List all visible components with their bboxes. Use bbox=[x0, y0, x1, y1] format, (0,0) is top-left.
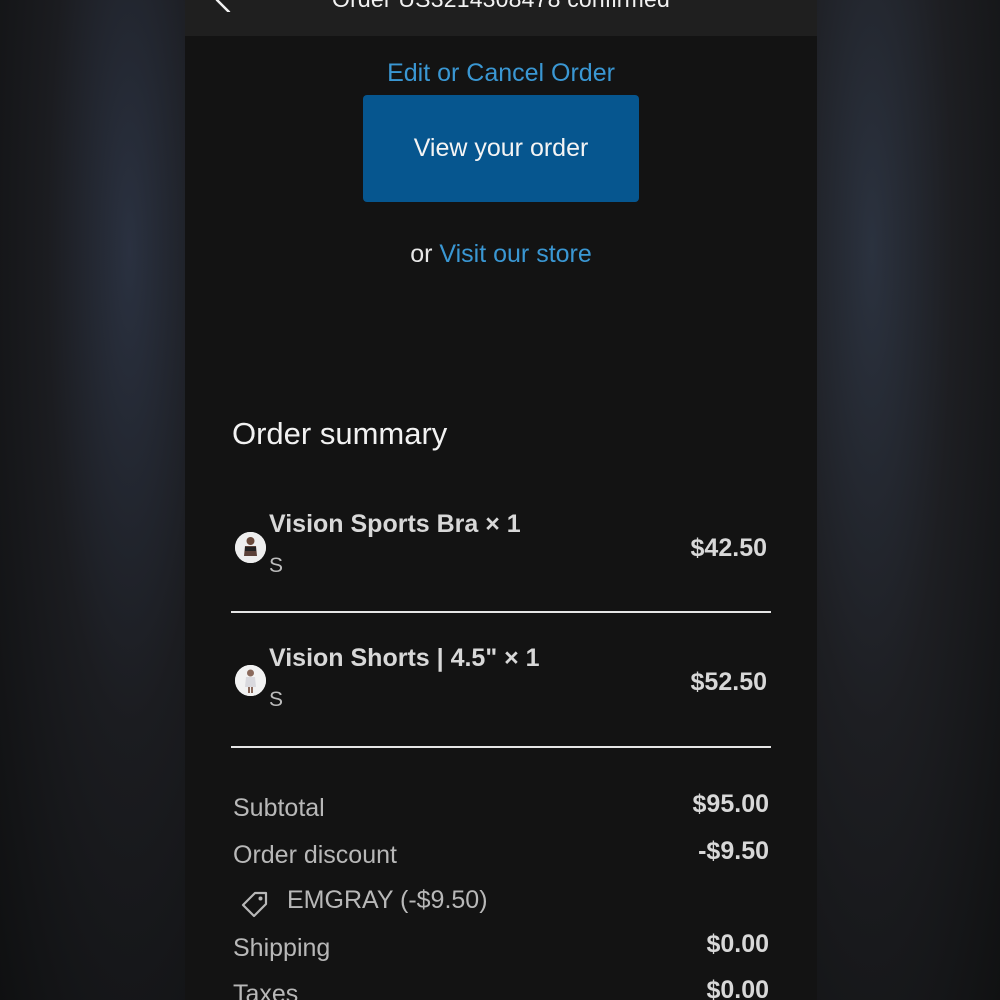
order-item: Vision Sports Bra × 1 S $42.50 bbox=[231, 510, 771, 590]
sports-bra-image-icon bbox=[235, 532, 266, 563]
divider bbox=[231, 611, 771, 613]
discount-code-text: EMGRAY (-$9.50) bbox=[287, 886, 488, 914]
taxes-row: Taxes $0.00 bbox=[233, 976, 769, 1000]
background-right-blur bbox=[817, 0, 1000, 1000]
phone-screen: Order US3214308478 confirmed Edit or Can… bbox=[185, 0, 817, 1000]
top-bar: Order US3214308478 confirmed bbox=[185, 0, 817, 36]
product-thumbnail bbox=[235, 532, 266, 563]
item-variant: S bbox=[269, 688, 284, 711]
view-order-button[interactable]: View your order bbox=[363, 95, 639, 202]
item-name: Vision Shorts | 4.5" × 1 bbox=[269, 644, 540, 672]
item-price: $42.50 bbox=[690, 534, 767, 562]
taxes-value: $0.00 bbox=[706, 976, 769, 1000]
visit-store-row: or Visit our store bbox=[185, 240, 817, 269]
shipping-value: $0.00 bbox=[706, 930, 769, 958]
edit-cancel-order-link[interactable]: Edit or Cancel Order bbox=[185, 59, 817, 88]
discount-label: Order discount bbox=[233, 841, 397, 869]
discount-row: Order discount -$9.50 bbox=[233, 837, 769, 875]
shipping-label: Shipping bbox=[233, 934, 331, 962]
taxes-label: Taxes bbox=[233, 980, 299, 1000]
item-name: Vision Sports Bra × 1 bbox=[269, 510, 521, 538]
background-left-blur bbox=[0, 0, 185, 1000]
subtotal-value: $95.00 bbox=[692, 790, 769, 818]
divider bbox=[231, 746, 771, 748]
shorts-image-icon bbox=[235, 665, 266, 696]
shipping-row: Shipping $0.00 bbox=[233, 930, 769, 968]
subtotal-row: Subtotal $95.00 bbox=[233, 790, 769, 828]
order-item: Vision Shorts | 4.5" × 1 S $52.50 bbox=[231, 644, 771, 724]
subtotal-label: Subtotal bbox=[233, 794, 325, 822]
order-summary-title: Order summary bbox=[232, 416, 448, 451]
discount-value: -$9.50 bbox=[698, 837, 769, 865]
visit-store-link[interactable]: Visit our store bbox=[439, 240, 591, 268]
page-title: Order US3214308478 confirmed bbox=[185, 0, 817, 13]
tag-icon bbox=[241, 891, 268, 918]
item-variant: S bbox=[269, 554, 284, 577]
item-price: $52.50 bbox=[690, 668, 767, 696]
product-thumbnail bbox=[235, 665, 266, 696]
or-text: or bbox=[410, 240, 440, 268]
